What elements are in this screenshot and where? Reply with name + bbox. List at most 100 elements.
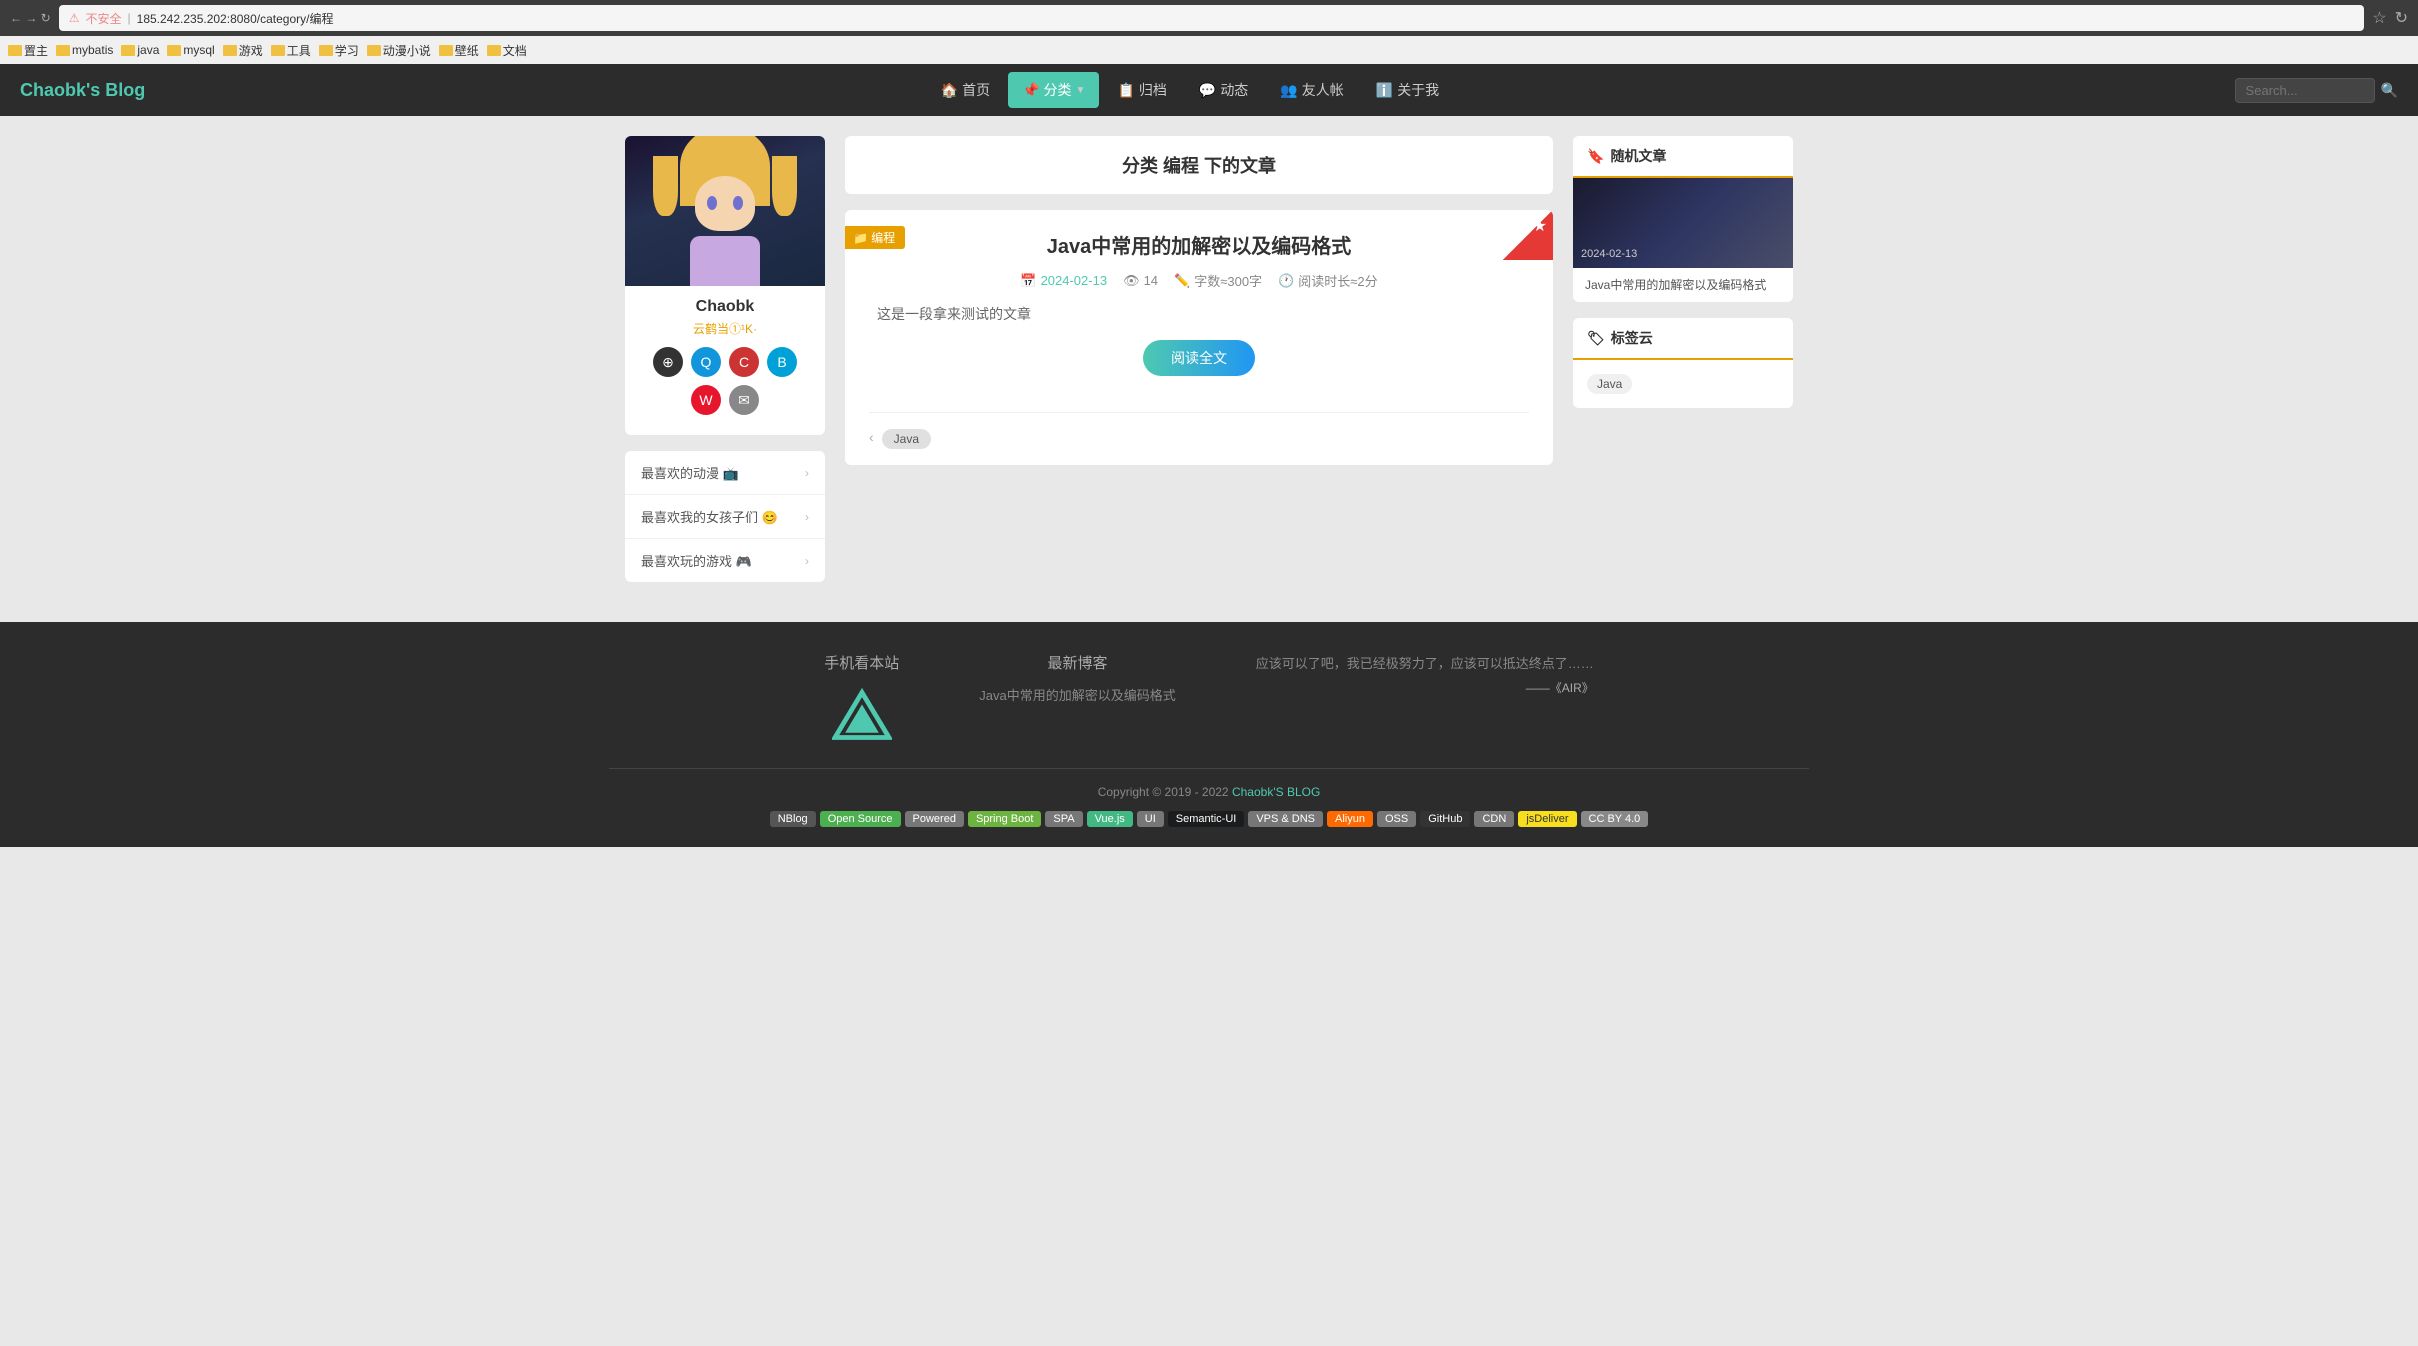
char-hair-side-l bbox=[653, 156, 678, 216]
bookmark-mysql[interactable]: mysql bbox=[167, 43, 214, 57]
badge-vpsdns: VPS & DNS bbox=[1248, 811, 1323, 827]
bookmark-bizhi[interactable]: 壁纸 bbox=[439, 42, 479, 59]
footer-divider bbox=[609, 768, 1809, 769]
profile-desc-suffix: ¹K· bbox=[741, 322, 757, 336]
footer-brand-link[interactable]: Chaobk'S BLOG bbox=[1232, 785, 1320, 799]
bookmark-xuexi[interactable]: 学习 bbox=[319, 42, 359, 59]
profile-info: Chaobk 云鹤当①¹K· ⊕ Q C B W ✉ bbox=[625, 286, 825, 435]
menu-item-anime[interactable]: 最喜欢的动漫 📺 › bbox=[625, 451, 825, 495]
folder-icon bbox=[56, 45, 70, 56]
friends-icon: 👥 bbox=[1280, 82, 1297, 99]
navbar: Chaobk's Blog 🏠 首页 📌 分类 ▼ 📋 归档 💬 动态 👥 友人… bbox=[0, 64, 2418, 116]
refresh-icon[interactable]: ↻ bbox=[2395, 8, 2408, 28]
bilibili-button[interactable]: B bbox=[767, 347, 797, 377]
footer-latest-post[interactable]: Java中常用的加解密以及编码格式 bbox=[979, 685, 1175, 704]
badge-github: GitHub bbox=[1420, 811, 1470, 827]
center-content: 分类 编程 下的文章 ★ 📁 编程 Java中常用的加解密以及编码格式 📅 20… bbox=[845, 136, 1553, 582]
profile-desc: 云鹤当①¹K· bbox=[637, 320, 813, 337]
footer-copyright: Copyright © 2019 - 2022 Chaobk'S BLOG bbox=[20, 785, 2398, 799]
badge-cdn: CDN bbox=[1474, 811, 1514, 827]
csdn-button[interactable]: C bbox=[729, 347, 759, 377]
folder-icon bbox=[439, 45, 453, 56]
nav-activity[interactable]: 💬 动态 bbox=[1185, 72, 1262, 108]
random-article-title[interactable]: Java中常用的加解密以及编码格式 bbox=[1573, 268, 1793, 302]
github-button[interactable]: ⊕ bbox=[653, 347, 683, 377]
profile-social-icons: ⊕ Q C B W ✉ bbox=[637, 347, 813, 415]
eye-icon: 👁 bbox=[1123, 273, 1140, 289]
footer: 手机看本站 最新博客 Java中常用的加解密以及编码格式 应该可以了吧，我已经极… bbox=[0, 622, 2418, 847]
navbar-links: 🏠 首页 📌 分类 ▼ 📋 归档 💬 动态 👥 友人帐 ℹ️ 关于我 bbox=[927, 72, 1454, 108]
weibo-button[interactable]: W bbox=[691, 385, 721, 415]
char-eye-l bbox=[707, 196, 717, 210]
nav-category[interactable]: 📌 分类 ▼ bbox=[1008, 72, 1099, 108]
random-article-thumbnail[interactable]: 2024-02-13 bbox=[1573, 178, 1793, 268]
nav-friends[interactable]: 👥 友人帐 bbox=[1266, 72, 1357, 108]
random-articles-title: 随机文章 bbox=[1610, 146, 1666, 166]
qq-button[interactable]: Q bbox=[691, 347, 721, 377]
tags-widget: 🏷 标签云 Java bbox=[1573, 318, 1793, 408]
bookmark-zhuyao[interactable]: 置主 bbox=[8, 42, 48, 59]
folder-icon bbox=[223, 45, 237, 56]
category-badge: 📁 编程 bbox=[845, 226, 905, 249]
char-eye-r bbox=[733, 196, 743, 210]
article-card: ★ 📁 编程 Java中常用的加解密以及编码格式 📅 2024-02-13 👁 … bbox=[845, 210, 1553, 465]
main-wrapper: Chaobk 云鹤当①¹K· ⊕ Q C B W ✉ 最喜欢的动漫 📺 › bbox=[609, 116, 1809, 602]
clock-icon: 🕐 bbox=[1278, 273, 1294, 289]
article-meta: 📅 2024-02-13 👁 14 ✏️ 字数≈300字 🕐 阅读时长≈2分 bbox=[869, 271, 1529, 290]
bookmark-youxi[interactable]: 游戏 bbox=[223, 42, 263, 59]
article-views: 👁 14 bbox=[1123, 273, 1158, 289]
search-button[interactable]: 🔍 bbox=[2381, 82, 2398, 99]
bookmark-icon: 🔖 bbox=[1587, 148, 1604, 165]
badge-powered: Powered bbox=[905, 811, 964, 827]
archive-icon: 📋 bbox=[1117, 82, 1134, 99]
article-date: 📅 2024-02-13 bbox=[1020, 273, 1107, 289]
badge-jsdeliver: jsDeliver bbox=[1518, 811, 1576, 827]
bookmark-star[interactable]: ☆ bbox=[2372, 8, 2386, 28]
folder-icon bbox=[319, 45, 333, 56]
nav-home[interactable]: 🏠 首页 bbox=[927, 72, 1004, 108]
pin-icon: 📌 bbox=[1022, 82, 1039, 99]
profile-desc-highlight: ① bbox=[729, 322, 741, 336]
tag-icon: ‹ bbox=[869, 429, 874, 449]
browser-chrome: ← → ↻ ⚠ 不安全 | 185.242.235.202:8080/categ… bbox=[0, 0, 2418, 36]
article-title[interactable]: Java中常用的加解密以及编码格式 bbox=[869, 230, 1529, 259]
footer-mobile-title: 手机看本站 bbox=[824, 652, 899, 673]
search-input[interactable] bbox=[2235, 78, 2375, 103]
pencil-icon: ✏️ bbox=[1174, 273, 1190, 289]
tag-java[interactable]: Java bbox=[882, 429, 931, 449]
info-icon: ℹ️ bbox=[1376, 82, 1393, 99]
badge-ui: UI bbox=[1137, 811, 1164, 827]
bookmark-gongju[interactable]: 工具 bbox=[271, 42, 311, 59]
footer-quote-author: ——《AIR》 bbox=[1256, 679, 1594, 696]
bookmark-dongman[interactable]: 动漫小说 bbox=[367, 42, 431, 59]
nav-archive[interactable]: 📋 归档 bbox=[1103, 72, 1180, 108]
bookmark-wendang[interactable]: 文档 bbox=[487, 42, 527, 59]
folder-icon bbox=[121, 45, 135, 56]
menu-item-games[interactable]: 最喜欢玩的游戏 🎮 › bbox=[625, 539, 825, 582]
article-divider bbox=[869, 412, 1529, 413]
security-label: 不安全 bbox=[86, 10, 122, 27]
category-badge-icon: 📁 bbox=[853, 231, 868, 245]
nav-about[interactable]: ℹ️ 关于我 bbox=[1362, 72, 1453, 108]
search-area: 🔍 bbox=[2235, 78, 2398, 103]
browser-controls[interactable]: ← → ↻ bbox=[10, 11, 51, 25]
email-button[interactable]: ✉ bbox=[729, 385, 759, 415]
badge-semantic: Semantic-UI bbox=[1168, 811, 1245, 827]
chevron-right-icon: › bbox=[805, 510, 809, 524]
footer-latest-title: 最新博客 bbox=[979, 652, 1175, 673]
footer-latest-col: 最新博客 Java中常用的加解密以及编码格式 bbox=[979, 652, 1175, 748]
tag-cloud-java[interactable]: Java bbox=[1587, 374, 1632, 394]
address-bar[interactable]: ⚠ 不安全 | 185.242.235.202:8080/category/编程 bbox=[59, 5, 2365, 31]
menu-item-girls[interactable]: 最喜欢我的女孩子们 😊 › bbox=[625, 495, 825, 539]
tags-widget-title: 标签云 bbox=[1611, 328, 1653, 348]
article-corner-icon: ★ bbox=[1533, 216, 1547, 236]
article-tags: ‹ Java bbox=[845, 429, 1553, 465]
right-sidebar: 🔖 随机文章 2024-02-13 Java中常用的加解密以及编码格式 🏷 标签… bbox=[1573, 136, 1793, 582]
article-excerpt: 这是一段拿来测试的文章 bbox=[869, 304, 1529, 324]
bookmark-java[interactable]: java bbox=[121, 43, 159, 57]
article-word-count: ✏️ 字数≈300字 bbox=[1174, 271, 1262, 290]
article-read-time: 🕐 阅读时长≈2分 bbox=[1278, 271, 1378, 290]
bookmark-mybatis[interactable]: mybatis bbox=[56, 43, 113, 57]
read-more-button[interactable]: 阅读全文 bbox=[1143, 340, 1255, 376]
navbar-brand[interactable]: Chaobk's Blog bbox=[20, 80, 145, 101]
